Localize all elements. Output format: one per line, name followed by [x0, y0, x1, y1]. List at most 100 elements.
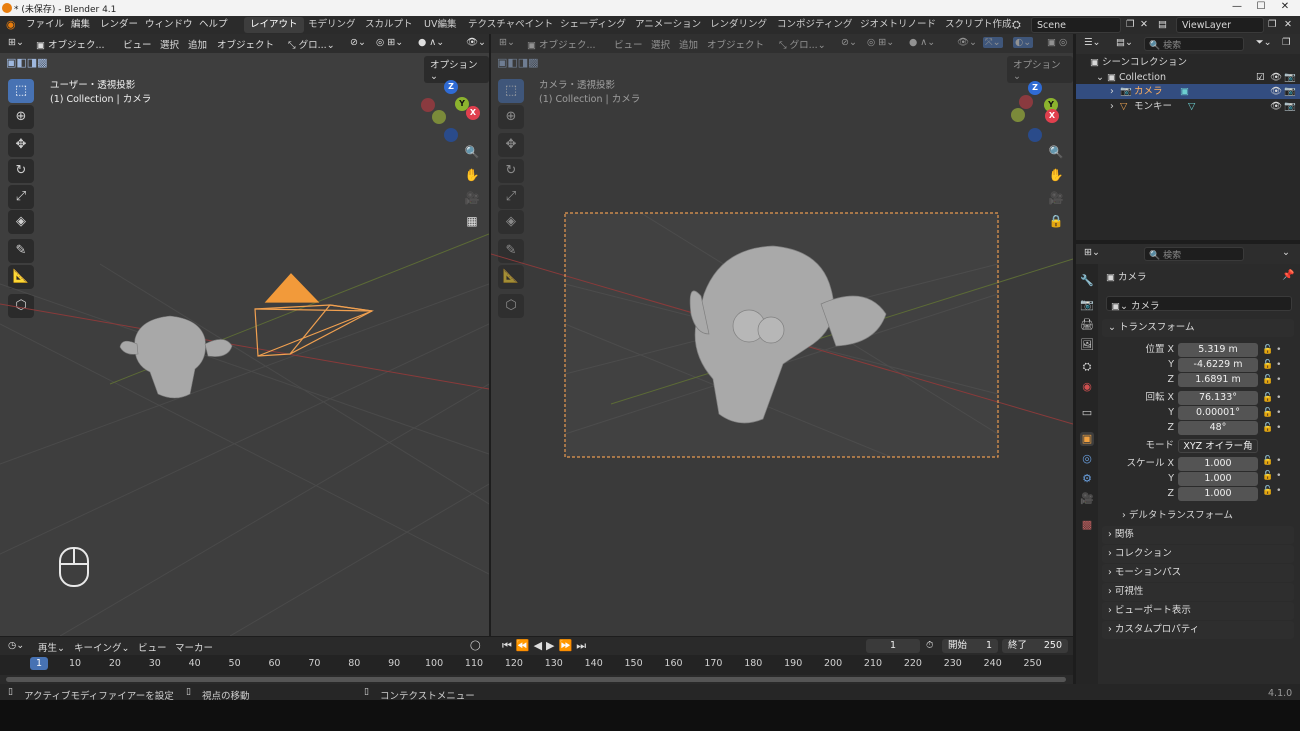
tab-animation[interactable]: アニメーション: [629, 17, 707, 33]
viewport-right[interactable]: ⊞⌄ ▣ オブジェク... ビュー 選択 追加 オブジェクト ⤡ グロ...⌄ …: [491, 34, 1073, 636]
close-icon[interactable]: ✕: [1274, 1, 1296, 15]
new-view-layer-icon[interactable]: ❐: [1268, 18, 1277, 32]
start-frame-field[interactable]: 開始 1: [942, 639, 998, 653]
delta-transform-subpanel[interactable]: › デルタトランスフォーム: [1122, 508, 1233, 523]
rotation-z-field[interactable]: 48°: [1178, 421, 1258, 435]
gizmo-x-icon[interactable]: X: [466, 106, 480, 120]
collection-checkbox[interactable]: ☑: [1256, 70, 1265, 85]
panel-viewport-display[interactable]: › ビューポート表示: [1102, 602, 1294, 620]
render-camera-icon[interactable]: 📷: [1284, 70, 1296, 85]
location-y-field[interactable]: -4.6229 m: [1178, 358, 1258, 372]
filter-icon[interactable]: ⏷⌄: [1256, 37, 1272, 48]
menu-render[interactable]: レンダー: [100, 18, 138, 32]
outliner-type-icon[interactable]: ☰⌄: [1084, 37, 1100, 48]
tab-geometry-nodes[interactable]: ジオメトリノード: [854, 17, 942, 33]
gizmo-neg-y-icon[interactable]: [1011, 108, 1025, 122]
maximize-icon[interactable]: ☐: [1250, 1, 1272, 15]
panel-custom-properties[interactable]: › カスタムプロパティ: [1102, 621, 1294, 639]
rotation-x-field[interactable]: 76.133°: [1178, 391, 1258, 405]
minimize-icon[interactable]: —: [1226, 1, 1248, 15]
physics-tab-icon[interactable]: ◎: [1080, 452, 1094, 466]
render-camera-icon[interactable]: 📷: [1284, 99, 1296, 114]
tab-layout[interactable]: レイアウト: [244, 17, 304, 33]
properties-search-input[interactable]: 🔍 検索: [1144, 247, 1244, 261]
eye-icon[interactable]: 👁: [1270, 99, 1282, 114]
delete-view-layer-icon[interactable]: ✕: [1284, 18, 1292, 32]
tab-sculpt[interactable]: スカルプト: [359, 17, 419, 33]
outliner-item-camera[interactable]: › 📷 カメラ ▣ 👁 📷: [1076, 84, 1300, 99]
eye-icon[interactable]: 👁: [1270, 70, 1282, 85]
pan-hand-icon[interactable]: ✋: [462, 165, 482, 185]
location-z-field[interactable]: 1.6891 m: [1178, 373, 1258, 387]
menu-keying[interactable]: キーイング⌄: [74, 640, 129, 654]
display-mode-icon[interactable]: ▤⌄: [1116, 37, 1133, 48]
view-layer-tab-icon[interactable]: 🖼: [1080, 338, 1094, 352]
tab-modeling[interactable]: モデリング: [302, 17, 362, 33]
viewport-left[interactable]: ⊞⌄ ▣ オブジェク... ビュー 選択 追加 オブジェクト ⤡ グロ...⌄ …: [0, 34, 489, 636]
stopwatch-icon[interactable]: ⏱: [926, 640, 933, 651]
scale-x-field[interactable]: 1.000: [1178, 457, 1258, 471]
tab-compositing[interactable]: コンポジティング: [771, 17, 858, 33]
scale-y-field[interactable]: 1.000: [1178, 472, 1258, 486]
constraints-tab-icon[interactable]: ⚙: [1080, 472, 1094, 486]
menu-file[interactable]: ファイル: [26, 18, 64, 32]
scene-tab-icon[interactable]: ⛭: [1080, 360, 1094, 374]
location-x-field[interactable]: 5.319 m: [1178, 343, 1258, 357]
view-layer-icon[interactable]: ▤: [1158, 18, 1167, 32]
outliner-item-monkey[interactable]: › ▽ モンキー ▽ 👁 📷: [1076, 99, 1300, 114]
transform-panel-header[interactable]: ⌄ トランスフォーム: [1102, 319, 1294, 337]
zoom-icon[interactable]: 🔍: [462, 142, 482, 162]
scene-icon[interactable]: ⛭: [1012, 18, 1021, 32]
mesh-data-icon[interactable]: ▽: [1188, 99, 1195, 114]
panel-visibility[interactable]: › 可視性: [1102, 583, 1294, 601]
texture-tab-icon[interactable]: ▩: [1080, 518, 1094, 532]
timeline-scrollbar[interactable]: [6, 677, 1066, 682]
scene-field[interactable]: Scene: [1031, 17, 1121, 33]
delete-scene-icon[interactable]: ✕: [1140, 18, 1148, 32]
menu-edit[interactable]: 編集: [71, 18, 90, 32]
gizmo-y-icon[interactable]: Y: [455, 97, 469, 111]
camera-data-icon[interactable]: ▣: [1180, 84, 1189, 99]
new-scene-icon[interactable]: ❐: [1126, 18, 1135, 32]
tab-texture-paint[interactable]: テクスチャペイント: [462, 17, 559, 33]
lock-keyframe-column[interactable]: 🔓 • 🔓 • 🔓 • 🔓 • 🔓 • 🔓 • 🔓 • 🔓 • 🔓 •: [1262, 343, 1290, 503]
timeline-type-icon[interactable]: ◷⌄: [8, 640, 24, 651]
menu-marker[interactable]: マーカー: [175, 640, 213, 654]
tab-shading[interactable]: シェーディング: [554, 17, 632, 33]
collection-tab-icon[interactable]: ▭: [1080, 406, 1094, 420]
collection-row[interactable]: ⌄ ▣ Collection ☑ 👁 📷: [1096, 70, 1300, 85]
options-chevron-icon[interactable]: ⌄: [1282, 247, 1290, 258]
properties-type-icon[interactable]: ⊞⌄: [1084, 247, 1100, 258]
playback-controls[interactable]: ⏮⏪◀▶⏩⏭: [502, 639, 590, 653]
eye-icon[interactable]: 👁: [1270, 84, 1282, 99]
scene-collection-row[interactable]: ▣ シーンコレクション: [1090, 55, 1187, 70]
object-name-field[interactable]: ▣⌄ カメラ: [1106, 296, 1292, 312]
gizmo-z-icon[interactable]: Z: [444, 80, 458, 94]
panel-relations[interactable]: › 関係: [1102, 526, 1294, 544]
new-collection-icon[interactable]: ❐: [1282, 37, 1291, 48]
world-tab-icon[interactable]: ◉: [1080, 380, 1094, 394]
expand-chevron-icon[interactable]: ›: [1110, 84, 1114, 99]
panel-collections[interactable]: › コレクション: [1102, 545, 1294, 563]
camera-view-icon[interactable]: 🎥: [1046, 188, 1066, 208]
tab-scripting[interactable]: スクリプト作成: [939, 17, 1018, 33]
record-icon[interactable]: ◯: [470, 640, 481, 651]
camera-view-icon[interactable]: 🎥: [462, 188, 482, 208]
view-layer-field[interactable]: ViewLayer: [1176, 17, 1264, 33]
camera-data-tab-icon[interactable]: 🎥: [1080, 492, 1094, 506]
lock-icon[interactable]: 🔒: [1046, 211, 1066, 231]
outliner-search-input[interactable]: 🔍 検索: [1144, 37, 1244, 51]
gizmo-neg-x-icon[interactable]: [421, 98, 435, 112]
pan-hand-icon[interactable]: ✋: [1046, 165, 1066, 185]
rotation-mode-dropdown[interactable]: XYZ オイラー角 ⌄: [1178, 439, 1258, 466]
blender-menu-icon[interactable]: ◉: [6, 18, 16, 32]
scale-z-field[interactable]: 1.000: [1178, 487, 1258, 501]
gizmo-x-icon[interactable]: X: [1045, 109, 1059, 123]
tab-uv-editing[interactable]: UV編集: [418, 17, 462, 33]
gizmo-neg-z-icon[interactable]: [444, 128, 458, 142]
render-tab-icon[interactable]: 📷: [1080, 298, 1094, 312]
menu-playback[interactable]: 再生⌄: [38, 640, 65, 654]
expand-chevron-icon[interactable]: ›: [1110, 99, 1114, 114]
tab-rendering[interactable]: レンダリング: [704, 17, 773, 33]
ortho-grid-icon[interactable]: ▦: [462, 211, 482, 231]
